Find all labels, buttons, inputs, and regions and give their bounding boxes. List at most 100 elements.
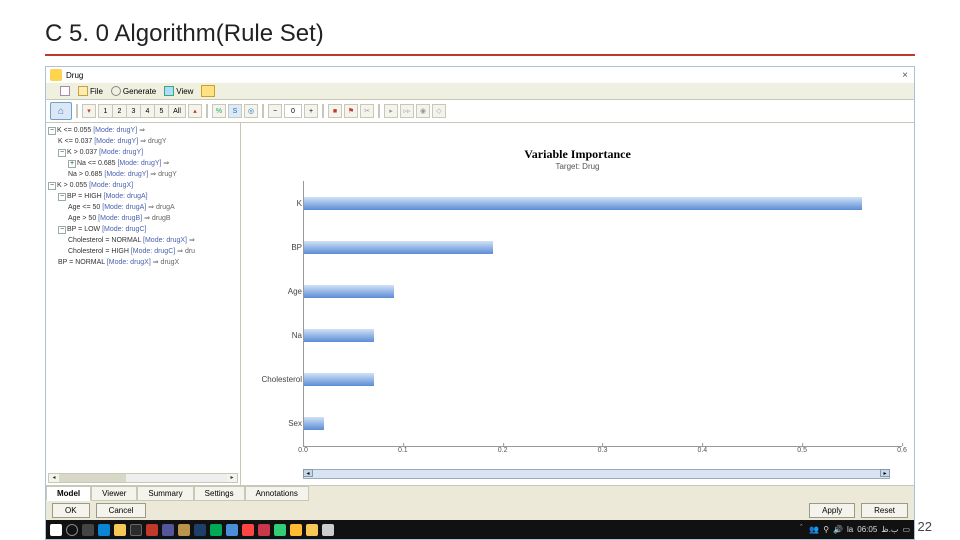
expand-toggle[interactable]: − xyxy=(58,226,66,234)
depth-all[interactable]: All xyxy=(168,104,186,118)
chart-hscroll[interactable]: ◂ ▸ xyxy=(303,469,890,479)
expand-toggle[interactable]: − xyxy=(48,127,56,135)
app-icon[interactable] xyxy=(306,524,318,536)
tray-people-icon[interactable]: 👥 xyxy=(809,525,819,534)
tree-row[interactable]: +Na <= 0.685 [Mode: drugY] ⇒ xyxy=(48,158,238,169)
tray-notif-icon[interactable]: ▭ xyxy=(902,525,910,534)
tab-summary[interactable]: Summary xyxy=(137,486,193,501)
tray-lang[interactable]: la xyxy=(847,525,853,534)
app-icon[interactable] xyxy=(194,524,206,536)
tab-annotations[interactable]: Annotations xyxy=(245,486,309,501)
tab-viewer[interactable]: Viewer xyxy=(91,486,137,501)
tree-row[interactable]: Age > 50 [Mode: drugB] ⇒ drugB xyxy=(48,213,238,224)
app-icon[interactable] xyxy=(274,524,286,536)
tree-row[interactable]: Cholesterol = HIGH [Mode: drugC] ⇒ dru xyxy=(48,246,238,257)
flag-icon[interactable]: ⚑ xyxy=(344,104,358,118)
tree-row[interactable]: Age <= 50 [Mode: drugA] ⇒ drugA xyxy=(48,202,238,213)
app-icon[interactable] xyxy=(226,524,238,536)
rule-tree[interactable]: −K <= 0.055 [Mode: drugY] ⇒K <= 0.037 [M… xyxy=(46,123,241,485)
tab-settings[interactable]: Settings xyxy=(194,486,245,501)
ok-button[interactable]: OK xyxy=(52,503,90,518)
store-icon[interactable] xyxy=(130,524,142,536)
expand-toggle[interactable]: − xyxy=(48,182,56,190)
apply-button[interactable]: Apply xyxy=(809,503,855,518)
menu-generate[interactable]: Generate xyxy=(111,86,156,96)
depth-2[interactable]: 2 xyxy=(112,104,126,118)
scroll-left-icon[interactable]: ◂ xyxy=(303,469,313,477)
rule-text: K > 0.055 xyxy=(57,182,89,189)
zoom-dec[interactable]: − xyxy=(268,104,282,118)
record-icon[interactable]: ◉ xyxy=(416,104,430,118)
reset-button[interactable]: Reset xyxy=(861,503,908,518)
rule-mode: [Mode: drugX] xyxy=(89,182,133,189)
depth-5[interactable]: 5 xyxy=(154,104,168,118)
tray-chevron-icon[interactable]: ＾ xyxy=(797,524,805,535)
cancel-button[interactable]: Cancel xyxy=(96,503,147,518)
tree-row[interactable]: −K > 0.055 [Mode: drugX] xyxy=(48,180,238,191)
zoom-inc[interactable]: + xyxy=(304,104,318,118)
preview-icon[interactable] xyxy=(60,86,70,96)
rule-mode: [Mode: drugC] xyxy=(131,248,175,255)
tray-time[interactable]: 06:05 xyxy=(857,525,877,534)
expand-icon[interactable]: ▴ xyxy=(188,104,202,118)
close-icon[interactable]: × xyxy=(900,70,910,81)
x-tick: 0.3 xyxy=(598,447,608,454)
tree-row[interactable]: −BP = LOW [Mode: drugC] xyxy=(48,224,238,235)
skip-icon[interactable]: ▹▹ xyxy=(400,104,414,118)
menu-view[interactable]: View xyxy=(164,86,193,96)
s-icon[interactable]: S xyxy=(228,104,242,118)
app-window: Drug × File Generate View ⌂ ▾ 1 2 3 4 5 … xyxy=(45,66,915,540)
start-icon[interactable] xyxy=(50,524,62,536)
tray-volume-icon[interactable]: 🔊 xyxy=(833,525,843,534)
chart-icon[interactable] xyxy=(201,85,215,97)
app-icon[interactable] xyxy=(162,524,174,536)
rule-text: Na > 0.685 xyxy=(68,171,104,178)
depth-1[interactable]: 1 xyxy=(98,104,112,118)
scroll-right-icon[interactable]: ▸ xyxy=(880,469,890,477)
app-icon[interactable] xyxy=(146,524,158,536)
home-icon[interactable]: ⌂ xyxy=(50,102,72,120)
rule-mode: [Mode: drugA] xyxy=(104,193,148,200)
chart-pane: Variable Importance Target: Drug KBPAgeN… xyxy=(241,123,914,485)
expand-toggle[interactable]: − xyxy=(58,149,66,157)
target-icon[interactable]: ◎ xyxy=(244,104,258,118)
scroll-right-icon[interactable]: ▸ xyxy=(227,474,237,482)
tray-suffix: ب.ظ xyxy=(881,525,898,534)
tree-row[interactable]: −K > 0.037 [Mode: drugY] xyxy=(48,147,238,158)
explorer-icon[interactable] xyxy=(114,524,126,536)
x-tick: 0.4 xyxy=(697,447,707,454)
app-icon[interactable] xyxy=(178,524,190,536)
tree-row[interactable]: BP = NORMAL [Mode: drugX] ⇒ drugX xyxy=(48,257,238,268)
tree-row[interactable]: −K <= 0.055 [Mode: drugY] ⇒ xyxy=(48,125,238,136)
menu-file[interactable]: File xyxy=(78,86,103,96)
app-icon[interactable] xyxy=(210,524,222,536)
tree-hscroll[interactable]: ◂ ▸ xyxy=(48,473,238,483)
expand-toggle[interactable]: + xyxy=(68,160,76,168)
expand-toggle[interactable]: − xyxy=(58,193,66,201)
play-icon[interactable]: ▸ xyxy=(384,104,398,118)
cut-icon[interactable]: ✂ xyxy=(360,104,374,118)
depth-buttons: 1 2 3 4 5 All xyxy=(98,104,186,118)
tree-row[interactable]: Cholesterol = NORMAL [Mode: drugX] ⇒ xyxy=(48,235,238,246)
cortana-icon[interactable] xyxy=(66,524,78,536)
loop-icon[interactable]: ◇ xyxy=(432,104,446,118)
depth-3[interactable]: 3 xyxy=(126,104,140,118)
app-icon[interactable] xyxy=(290,524,302,536)
scroll-left-icon[interactable]: ◂ xyxy=(49,474,59,482)
stop-icon[interactable]: ■ xyxy=(328,104,342,118)
tree-row[interactable]: K <= 0.037 [Mode: drugY] ⇒ drugY xyxy=(48,136,238,147)
tree-row[interactable]: Na > 0.685 [Mode: drugY] ⇒ drugY xyxy=(48,169,238,180)
tree-row[interactable]: −BP = HIGH [Mode: drugA] xyxy=(48,191,238,202)
collapse-icon[interactable]: ▾ xyxy=(82,104,96,118)
app-icon[interactable] xyxy=(322,524,334,536)
rule-mode: [Mode: drugY] xyxy=(104,171,148,178)
edge-icon[interactable] xyxy=(98,524,110,536)
tray-wifi-icon[interactable]: ⚲ xyxy=(823,525,829,534)
tab-model[interactable]: Model xyxy=(46,486,91,501)
rule-text: BP = HIGH xyxy=(67,193,104,200)
percent-icon[interactable]: % xyxy=(212,104,226,118)
depth-4[interactable]: 4 xyxy=(140,104,154,118)
taskview-icon[interactable] xyxy=(82,524,94,536)
app-icon[interactable] xyxy=(258,524,270,536)
app-icon[interactable] xyxy=(242,524,254,536)
